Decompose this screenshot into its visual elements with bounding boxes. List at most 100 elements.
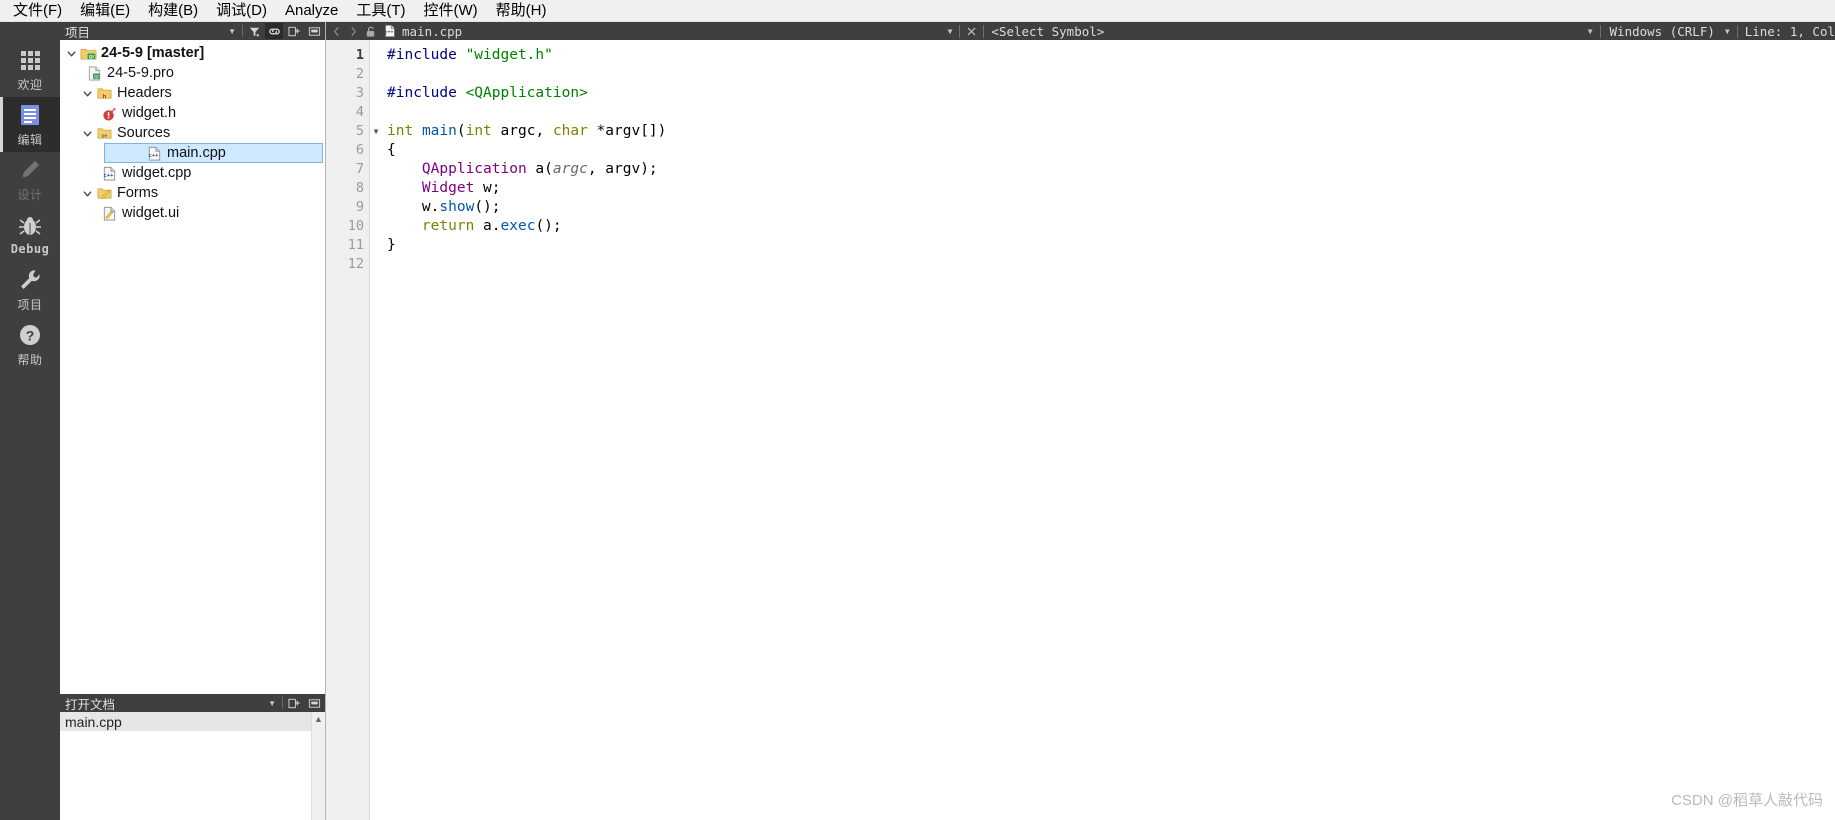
link-icon[interactable] — [265, 23, 283, 39]
tree-node-headers[interactable]: h Headers — [60, 83, 325, 103]
code-token: <QApplication> — [465, 85, 588, 101]
line-number: 1 — [355, 47, 364, 63]
symbol-selector[interactable]: <Select Symbol> — [987, 24, 1104, 39]
line-number-gutter: 1 2 3 4 5 ▼ 6 7 8 9 10 11 12 — [326, 40, 378, 820]
mode-label-welcome: 欢迎 — [17, 77, 43, 92]
wrench-icon — [17, 267, 43, 293]
unlocked-icon[interactable] — [362, 25, 379, 38]
minimize-icon[interactable] — [305, 23, 323, 39]
chevron-down-icon[interactable] — [80, 88, 95, 99]
open-documents-header: 打开文档 ▼ — [60, 694, 325, 712]
ui-file-icon — [100, 205, 118, 222]
open-documents-buttons — [285, 695, 325, 711]
watermark-text: CSDN @稻草人敲代码 — [1671, 792, 1823, 809]
svg-text:c++: c++ — [148, 152, 158, 158]
tree-node-label: widget.ui — [122, 205, 180, 221]
tree-node-widget-ui[interactable]: widget.ui — [60, 203, 325, 223]
code-text-area[interactable]: #include "widget.h" #include <QApplicati… — [370, 40, 1835, 820]
menu-item-tools[interactable]: 工具(T) — [347, 0, 414, 22]
line-number: 12 — [347, 256, 364, 272]
project-dock-buttons — [245, 23, 325, 39]
mode-design: 设计 — [0, 152, 60, 207]
tree-node-main-cpp[interactable]: c++ main.cpp — [104, 143, 323, 163]
tree-node-widget-cpp[interactable]: c++ widget.cpp — [60, 163, 325, 183]
open-document-label: main.cpp — [65, 713, 122, 730]
symbol-dropdown-icon[interactable]: ▼ — [1584, 27, 1597, 36]
code-token: argc, — [491, 123, 553, 139]
line-ending-selector[interactable]: Windows (CRLF) — [1604, 24, 1721, 39]
mode-help[interactable]: ? 帮助 — [0, 317, 60, 372]
divider — [1599, 24, 1601, 38]
code-token: ( — [456, 123, 466, 139]
svg-text:c++: c++ — [103, 172, 113, 178]
tree-node-label: widget.h — [122, 105, 177, 121]
line-number: 10 — [347, 218, 364, 234]
tree-node-forms[interactable]: Forms — [60, 183, 325, 203]
menu-item-widgets[interactable]: 控件(W) — [415, 0, 487, 22]
line-number: 8 — [355, 180, 364, 196]
chevron-left-icon[interactable] — [328, 25, 345, 38]
line-ending-dropdown-icon[interactable]: ▼ — [1721, 27, 1734, 36]
mode-welcome[interactable]: 欢迎 — [0, 42, 60, 97]
question-icon: ? — [17, 322, 43, 348]
cursor-position-label: Line: 1, Col — [1744, 23, 1835, 39]
tree-node-sources[interactable]: c+ Sources — [60, 123, 325, 143]
qt-project-icon: Qt — [79, 45, 97, 62]
tree-node-project[interactable]: Qt 24-5-9 [master] — [60, 43, 325, 63]
open-documents-dropdown-icon[interactable]: ▼ — [264, 699, 280, 708]
mode-edit[interactable]: 编辑 — [0, 97, 60, 152]
close-icon[interactable] — [963, 26, 980, 37]
folder-ui-icon — [95, 185, 113, 202]
code-token: "widget.h" — [465, 47, 553, 63]
open-document-item-main-cpp[interactable]: main.cpp — [60, 712, 325, 731]
mode-label-debug: Debug — [10, 242, 50, 256]
code-token: w. — [387, 199, 440, 215]
minimize-icon[interactable] — [305, 695, 323, 711]
chevron-down-icon[interactable] — [80, 188, 95, 199]
filter-icon[interactable] — [245, 23, 263, 39]
line-number: 2 — [355, 66, 364, 82]
mode-projects[interactable]: 项目 — [0, 262, 60, 317]
menu-item-file[interactable]: 文件(F) — [4, 0, 71, 22]
code-token: #include — [387, 85, 457, 101]
file-combo-dropdown-icon[interactable]: ▼ — [944, 27, 957, 36]
menu-item-help[interactable]: 帮助(H) — [487, 0, 556, 22]
scroll-up-icon[interactable]: ▲ — [312, 712, 325, 726]
chevron-down-icon[interactable] — [64, 48, 79, 59]
project-dock-dropdown-icon[interactable]: ▼ — [224, 27, 240, 36]
line-number: 7 — [355, 161, 364, 177]
tree-node-pro-file[interactable]: Qt 24-5-9.pro — [60, 63, 325, 83]
menu-item-analyze[interactable]: Analyze — [276, 0, 347, 22]
tree-node-widget-h[interactable]: widget.h — [60, 103, 325, 123]
menu-item-edit[interactable]: 编辑(E) — [71, 0, 139, 22]
code-line: #include "widget.h" — [387, 46, 1835, 65]
tree-node-label: 24-5-9 [master] — [101, 45, 205, 61]
tree-node-label: main.cpp — [167, 145, 226, 161]
code-token: char — [552, 123, 588, 139]
svg-text:c+: c+ — [101, 133, 107, 139]
project-tree[interactable]: Qt 24-5-9 [master] Qt 24-5-9.pro h Heade… — [60, 40, 325, 694]
fold-marker-icon[interactable]: ▼ — [370, 122, 382, 141]
code-token: (); — [535, 218, 562, 234]
chevron-right-icon[interactable] — [345, 25, 362, 38]
current-file-combo[interactable]: c++ main.cpp — [379, 24, 464, 39]
split-icon[interactable] — [285, 695, 303, 711]
menu-item-debug[interactable]: 调试(D) — [207, 0, 276, 22]
code-token: { — [387, 142, 396, 158]
chevron-down-icon[interactable] — [80, 128, 95, 139]
code-line: QApplication a(argc, argv); — [387, 160, 1835, 179]
code-editor[interactable]: 1 2 3 4 5 ▼ 6 7 8 9 10 11 12 #include "wi… — [326, 40, 1835, 820]
menu-item-build[interactable]: 构建(B) — [139, 0, 207, 22]
open-documents-list[interactable]: main.cpp ▲ — [60, 712, 325, 820]
document-icon — [17, 102, 43, 128]
open-documents-panel: 打开文档 ▼ main.cpp ▲ — [60, 694, 325, 820]
mode-debug[interactable]: Debug — [0, 207, 60, 262]
bug-icon — [17, 213, 43, 239]
svg-text:Qt: Qt — [94, 74, 99, 79]
split-icon[interactable] — [285, 23, 303, 39]
open-documents-scrollbar[interactable]: ▲ — [311, 712, 325, 820]
